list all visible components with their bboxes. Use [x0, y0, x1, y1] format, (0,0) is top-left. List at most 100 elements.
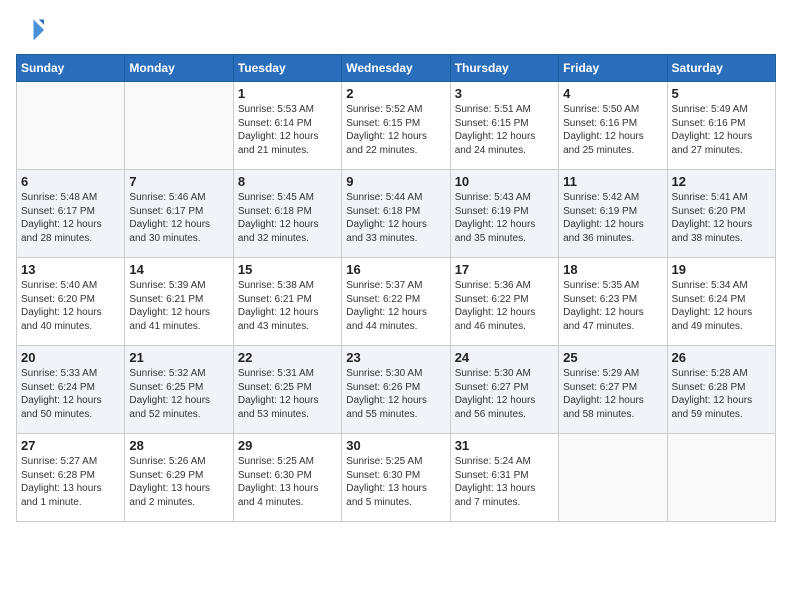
- calendar-cell: 23 Sunrise: 5:30 AM Sunset: 6:26 PM Dayli…: [342, 346, 450, 434]
- cell-info: Sunrise: 5:39 AM Sunset: 6:21 PM Dayligh…: [129, 279, 228, 333]
- calendar-cell: 13 Sunrise: 5:40 AM Sunset: 6:20 PM Dayli…: [17, 258, 125, 346]
- day-number: 7: [129, 174, 228, 189]
- day-number: 27: [21, 438, 120, 453]
- day-number: 30: [346, 438, 445, 453]
- day-number: 4: [563, 86, 662, 101]
- cell-info: Sunrise: 5:51 AM Sunset: 6:15 PM Dayligh…: [455, 103, 554, 157]
- cell-info: Sunrise: 5:30 AM Sunset: 6:26 PM Dayligh…: [346, 367, 445, 421]
- cell-info: Sunrise: 5:36 AM Sunset: 6:22 PM Dayligh…: [455, 279, 554, 333]
- cell-info: Sunrise: 5:41 AM Sunset: 6:20 PM Dayligh…: [672, 191, 771, 245]
- calendar-cell: 27 Sunrise: 5:27 AM Sunset: 6:28 PM Dayli…: [17, 434, 125, 522]
- calendar-cell: 28 Sunrise: 5:26 AM Sunset: 6:29 PM Dayli…: [125, 434, 233, 522]
- cell-info: Sunrise: 5:37 AM Sunset: 6:22 PM Dayligh…: [346, 279, 445, 333]
- calendar-cell: 12 Sunrise: 5:41 AM Sunset: 6:20 PM Dayli…: [667, 170, 775, 258]
- day-number: 6: [21, 174, 120, 189]
- day-number: 21: [129, 350, 228, 365]
- cell-info: Sunrise: 5:28 AM Sunset: 6:28 PM Dayligh…: [672, 367, 771, 421]
- calendar-cell: 26 Sunrise: 5:28 AM Sunset: 6:28 PM Dayli…: [667, 346, 775, 434]
- cell-info: Sunrise: 5:49 AM Sunset: 6:16 PM Dayligh…: [672, 103, 771, 157]
- day-number: 17: [455, 262, 554, 277]
- cell-info: Sunrise: 5:32 AM Sunset: 6:25 PM Dayligh…: [129, 367, 228, 421]
- day-number: 12: [672, 174, 771, 189]
- day-number: 24: [455, 350, 554, 365]
- cell-info: Sunrise: 5:48 AM Sunset: 6:17 PM Dayligh…: [21, 191, 120, 245]
- day-number: 18: [563, 262, 662, 277]
- week-row-4: 20Sunrise: 5:33 AM Sunset: 6:24 PM Dayli…: [17, 346, 776, 434]
- calendar-cell: 7 Sunrise: 5:46 AM Sunset: 6:17 PM Daylig…: [125, 170, 233, 258]
- cell-info: Sunrise: 5:35 AM Sunset: 6:23 PM Dayligh…: [563, 279, 662, 333]
- calendar-cell: 9 Sunrise: 5:44 AM Sunset: 6:18 PM Daylig…: [342, 170, 450, 258]
- day-number: 3: [455, 86, 554, 101]
- calendar-cell: 30 Sunrise: 5:25 AM Sunset: 6:30 PM Dayli…: [342, 434, 450, 522]
- calendar-cell: 25Sunrise: 5:29 AM Sunset: 6:27 PM Dayli…: [559, 346, 667, 434]
- day-number: 26: [672, 350, 771, 365]
- cell-info: Sunrise: 5:50 AM Sunset: 6:16 PM Dayligh…: [563, 103, 662, 157]
- header-row: SundayMondayTuesdayWednesdayThursdayFrid…: [17, 55, 776, 82]
- cell-info: Sunrise: 5:24 AM Sunset: 6:31 PM Dayligh…: [455, 455, 554, 509]
- calendar-table: SundayMondayTuesdayWednesdayThursdayFrid…: [16, 54, 776, 522]
- cell-info: Sunrise: 5:42 AM Sunset: 6:19 PM Dayligh…: [563, 191, 662, 245]
- header-cell-wednesday: Wednesday: [342, 55, 450, 82]
- calendar-cell: 10 Sunrise: 5:43 AM Sunset: 6:19 PM Dayli…: [450, 170, 558, 258]
- day-number: 20: [21, 350, 120, 365]
- calendar-cell: 29 Sunrise: 5:25 AM Sunset: 6:30 PM Dayli…: [233, 434, 341, 522]
- calendar-cell: 24 Sunrise: 5:30 AM Sunset: 6:27 PM Dayli…: [450, 346, 558, 434]
- calendar-cell: [667, 434, 775, 522]
- day-number: 5: [672, 86, 771, 101]
- day-number: 2: [346, 86, 445, 101]
- header-cell-friday: Friday: [559, 55, 667, 82]
- day-number: 9: [346, 174, 445, 189]
- calendar-cell: 5 Sunrise: 5:49 AM Sunset: 6:16 PM Daylig…: [667, 82, 775, 170]
- calendar-cell: 14 Sunrise: 5:39 AM Sunset: 6:21 PM Dayli…: [125, 258, 233, 346]
- calendar-cell: [125, 82, 233, 170]
- cell-info: Sunrise: 5:44 AM Sunset: 6:18 PM Dayligh…: [346, 191, 445, 245]
- day-number: 16: [346, 262, 445, 277]
- day-number: 29: [238, 438, 337, 453]
- week-row-5: 27 Sunrise: 5:27 AM Sunset: 6:28 PM Dayli…: [17, 434, 776, 522]
- day-number: 10: [455, 174, 554, 189]
- week-row-1: 1Sunrise: 5:53 AM Sunset: 6:14 PM Daylig…: [17, 82, 776, 170]
- header-cell-sunday: Sunday: [17, 55, 125, 82]
- calendar-cell: 15 Sunrise: 5:38 AM Sunset: 6:21 PM Dayli…: [233, 258, 341, 346]
- calendar-cell: 2 Sunrise: 5:52 AM Sunset: 6:15 PM Daylig…: [342, 82, 450, 170]
- calendar-cell: 17 Sunrise: 5:36 AM Sunset: 6:22 PM Dayli…: [450, 258, 558, 346]
- day-number: 28: [129, 438, 228, 453]
- calendar-cell: 16 Sunrise: 5:37 AM Sunset: 6:22 PM Dayli…: [342, 258, 450, 346]
- cell-info: Sunrise: 5:26 AM Sunset: 6:29 PM Dayligh…: [129, 455, 228, 509]
- day-number: 15: [238, 262, 337, 277]
- cell-info: Sunrise: 5:52 AM Sunset: 6:15 PM Dayligh…: [346, 103, 445, 157]
- calendar-cell: 19 Sunrise: 5:34 AM Sunset: 6:24 PM Dayli…: [667, 258, 775, 346]
- calendar-cell: 8 Sunrise: 5:45 AM Sunset: 6:18 PM Daylig…: [233, 170, 341, 258]
- day-number: 11: [563, 174, 662, 189]
- logo-icon: [16, 16, 44, 44]
- cell-info: Sunrise: 5:40 AM Sunset: 6:20 PM Dayligh…: [21, 279, 120, 333]
- header-cell-tuesday: Tuesday: [233, 55, 341, 82]
- cell-info: Sunrise: 5:45 AM Sunset: 6:18 PM Dayligh…: [238, 191, 337, 245]
- cell-info: Sunrise: 5:31 AM Sunset: 6:25 PM Dayligh…: [238, 367, 337, 421]
- cell-info: Sunrise: 5:27 AM Sunset: 6:28 PM Dayligh…: [21, 455, 120, 509]
- day-number: 23: [346, 350, 445, 365]
- week-row-2: 6 Sunrise: 5:48 AM Sunset: 6:17 PM Daylig…: [17, 170, 776, 258]
- cell-info: Sunrise: 5:25 AM Sunset: 6:30 PM Dayligh…: [346, 455, 445, 509]
- day-number: 8: [238, 174, 337, 189]
- calendar-cell: 20Sunrise: 5:33 AM Sunset: 6:24 PM Dayli…: [17, 346, 125, 434]
- day-number: 19: [672, 262, 771, 277]
- header-cell-saturday: Saturday: [667, 55, 775, 82]
- cell-info: Sunrise: 5:25 AM Sunset: 6:30 PM Dayligh…: [238, 455, 337, 509]
- calendar-cell: 3 Sunrise: 5:51 AM Sunset: 6:15 PM Daylig…: [450, 82, 558, 170]
- calendar-cell: 6 Sunrise: 5:48 AM Sunset: 6:17 PM Daylig…: [17, 170, 125, 258]
- day-number: 13: [21, 262, 120, 277]
- calendar-cell: 18 Sunrise: 5:35 AM Sunset: 6:23 PM Dayli…: [559, 258, 667, 346]
- logo: [16, 16, 48, 44]
- cell-info: Sunrise: 5:43 AM Sunset: 6:19 PM Dayligh…: [455, 191, 554, 245]
- calendar-cell: 11 Sunrise: 5:42 AM Sunset: 6:19 PM Dayli…: [559, 170, 667, 258]
- cell-info: Sunrise: 5:30 AM Sunset: 6:27 PM Dayligh…: [455, 367, 554, 421]
- calendar-cell: 4 Sunrise: 5:50 AM Sunset: 6:16 PM Daylig…: [559, 82, 667, 170]
- cell-info: Sunrise: 5:34 AM Sunset: 6:24 PM Dayligh…: [672, 279, 771, 333]
- day-number: 14: [129, 262, 228, 277]
- calendar-cell: 21 Sunrise: 5:32 AM Sunset: 6:25 PM Dayli…: [125, 346, 233, 434]
- cell-info: Sunrise: 5:46 AM Sunset: 6:17 PM Dayligh…: [129, 191, 228, 245]
- day-number: 31: [455, 438, 554, 453]
- calendar-cell: 22Sunrise: 5:31 AM Sunset: 6:25 PM Dayli…: [233, 346, 341, 434]
- cell-info: Sunrise: 5:38 AM Sunset: 6:21 PM Dayligh…: [238, 279, 337, 333]
